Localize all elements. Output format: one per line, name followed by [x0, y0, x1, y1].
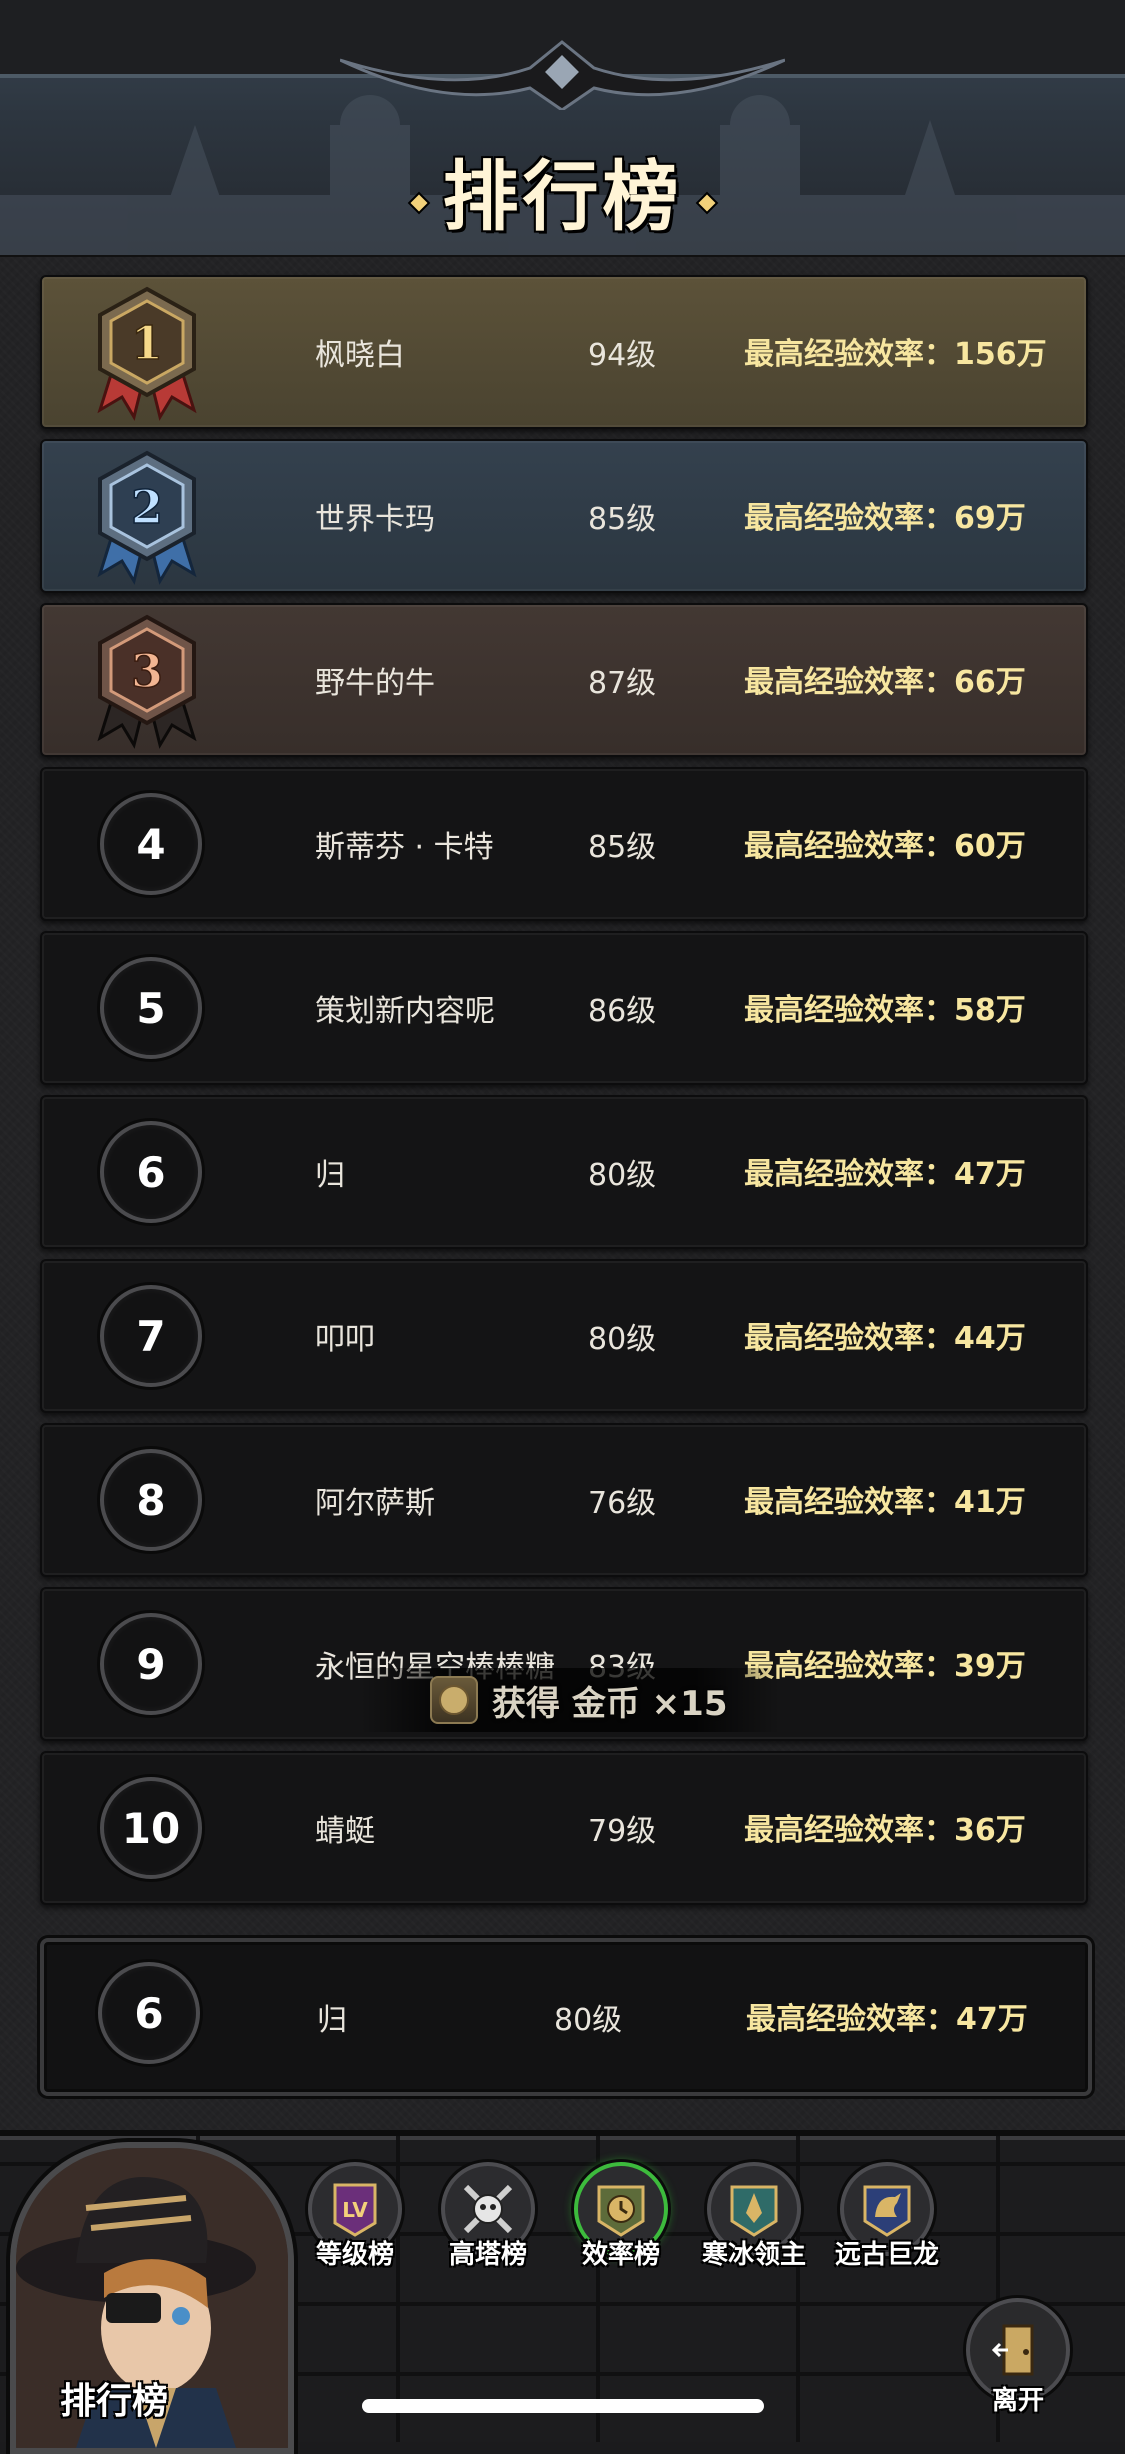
rank-number-badge: 6 [100, 1121, 202, 1223]
svg-text:LV: LV [342, 2198, 368, 2222]
tab-label: 远古巨龙 [834, 2240, 939, 2270]
player-name: 阿尔萨斯 [315, 1486, 435, 1521]
player-level: 76级 [588, 1486, 657, 1521]
player-level: 85级 [588, 830, 657, 865]
page-title: 排行榜 [0, 135, 1125, 245]
player-name: 策划新内容呢 [315, 994, 495, 1029]
svg-text:2: 2 [131, 480, 163, 534]
home-indicator[interactable] [362, 2399, 764, 2413]
gold-medal-icon: 1 [97, 286, 197, 421]
tab-tower-ranking[interactable]: 高塔榜 [423, 2162, 553, 2272]
ranking-row-5[interactable]: 5 策划新内容呢 86级 最高经验效率：58万 [40, 931, 1088, 1085]
max-exp-efficiency: 最高经验效率：156万 [744, 337, 1047, 372]
rank-number-badge: 10 [100, 1777, 202, 1879]
max-exp-efficiency: 最高经验效率：39万 [744, 1649, 1026, 1684]
rank-number-badge: 4 [100, 793, 202, 895]
player-level: 80级 [588, 1322, 657, 1357]
ranking-row-2[interactable]: 2 世界卡玛 85级 最高经验效率：69万 [40, 439, 1088, 593]
svg-text:1: 1 [131, 316, 163, 370]
reward-toast: 获得 金币 ×15 [360, 1668, 780, 1732]
max-exp-efficiency: 最高经验效率：60万 [744, 829, 1026, 864]
rank-number-badge: 9 [100, 1613, 202, 1715]
tab-ancient-dragon[interactable]: 远古巨龙 [822, 2162, 952, 2272]
tab-label: 寒冰领主 [701, 2240, 806, 2270]
rank-number-badge: 7 [100, 1285, 202, 1387]
ranking-row-3[interactable]: 3 野牛的牛 87级 最高经验效率：66万 [40, 603, 1088, 757]
ranking-row-4[interactable]: 4 斯蒂芬 · 卡特 85级 最高经验效率：60万 [40, 767, 1088, 921]
player-level: 79级 [588, 1814, 657, 1849]
tab-label: 高塔榜 [448, 2240, 527, 2270]
max-exp-efficiency: 最高经验效率：41万 [744, 1485, 1026, 1520]
player-name: 归 [315, 1158, 345, 1193]
tab-label: 效率榜 [581, 2240, 660, 2270]
max-exp-efficiency: 最高经验效率：36万 [744, 1813, 1026, 1848]
ranking-row-7[interactable]: 7 叩叩 80级 最高经验效率：44万 [40, 1259, 1088, 1413]
ranking-row-1[interactable]: 1 枫晓白 94级 最高经验效率：156万 [40, 275, 1088, 429]
exit-button[interactable]: 离开 [966, 2298, 1070, 2428]
tab-efficiency-ranking[interactable]: 效率榜 [556, 2162, 686, 2272]
header-ornament [340, 40, 785, 110]
my-player-level: 80级 [554, 2003, 623, 2038]
player-level: 87级 [588, 666, 657, 701]
my-player-name: 归 [317, 2003, 347, 2038]
rank-number-badge: 5 [100, 957, 202, 1059]
reward-toast-text: 获得 金币 ×15 [492, 1683, 728, 1724]
player-name: 斯蒂芬 · 卡特 [315, 830, 494, 865]
rank-number-badge: 8 [100, 1449, 202, 1551]
bronze-medal-icon: 3 [97, 614, 197, 749]
player-name: 叩叩 [315, 1322, 375, 1357]
exit-label: 离开 [991, 2386, 1044, 2416]
max-exp-efficiency: 最高经验效率：44万 [744, 1321, 1026, 1356]
gold-coin-icon [430, 1676, 478, 1724]
header-banner: 排行榜 [0, 0, 1125, 257]
player-name: 世界卡玛 [315, 502, 435, 537]
max-exp-efficiency: 最高经验效率：69万 [744, 501, 1026, 536]
tab-level-ranking[interactable]: LV 等级榜 [290, 2162, 420, 2272]
player-level: 85级 [588, 502, 657, 537]
ranking-row-8[interactable]: 8 阿尔萨斯 76级 最高经验效率：41万 [40, 1423, 1088, 1577]
my-rank-number-badge: 6 [98, 1962, 200, 2064]
portrait-label: 排行榜 [60, 2381, 169, 2422]
my-ranking-row[interactable]: 6 归 80级 最高经验效率：47万 [40, 1938, 1092, 2096]
ranking-row-10[interactable]: 10 蜻蜓 79级 最高经验效率：36万 [40, 1751, 1088, 1905]
max-exp-efficiency: 最高经验效率：66万 [744, 665, 1026, 700]
player-name: 蜻蜓 [315, 1814, 375, 1849]
player-level: 86级 [588, 994, 657, 1029]
silver-medal-icon: 2 [97, 450, 197, 585]
tab-ice-lord[interactable]: 寒冰领主 [689, 2162, 819, 2272]
player-name: 枫晓白 [315, 338, 405, 373]
max-exp-efficiency: 最高经验效率：58万 [744, 993, 1026, 1028]
my-max-exp-efficiency: 最高经验效率：47万 [746, 2002, 1028, 2037]
player-level: 80级 [588, 1158, 657, 1193]
svg-text:3: 3 [131, 644, 163, 698]
tab-label: 等级榜 [315, 2240, 394, 2270]
ranking-row-6[interactable]: 6 归 80级 最高经验效率：47万 [40, 1095, 1088, 1249]
player-name: 野牛的牛 [315, 666, 435, 701]
player-level: 94级 [588, 338, 657, 373]
max-exp-efficiency: 最高经验效率：47万 [744, 1157, 1026, 1192]
